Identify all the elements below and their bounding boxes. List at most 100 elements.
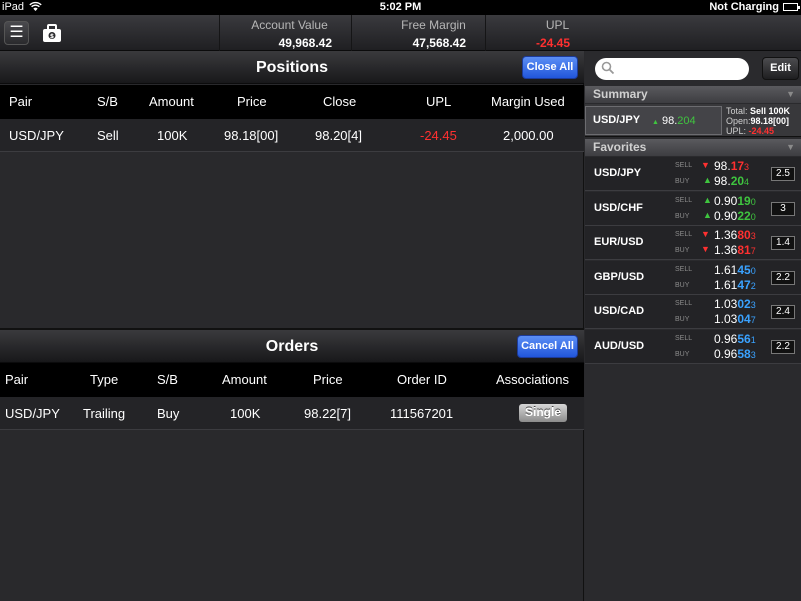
buy-price[interactable]: 1.61472: [714, 278, 756, 292]
favorite-pair: USD/JPY: [594, 167, 642, 179]
orders-header: Orders Cancel All: [0, 330, 584, 363]
sell-price[interactable]: 0.90190: [714, 194, 756, 208]
association-single-button[interactable]: Single: [519, 404, 567, 422]
favorite-pair: AUD/USD: [594, 340, 645, 352]
buy-label: BUY: [675, 351, 690, 358]
table-row[interactable]: USD/JPY Trailing Buy 100K 98.22[7] 11156…: [0, 397, 584, 430]
free-margin-metric: Free Margin 47,568.42: [351, 15, 485, 51]
status-bar: iPad 5:02 PM Not Charging: [0, 0, 801, 15]
sell-price[interactable]: 1.36803: [714, 228, 756, 242]
col-close[interactable]: Close: [323, 85, 356, 119]
position-price: 98.18[00]: [224, 128, 279, 143]
upl-label: UPL: [545, 18, 570, 32]
free-margin-label: Free Margin: [401, 18, 466, 32]
favorite-row[interactable]: USD/JPY SELL BUY ▼ 98.173 ▲ 98.204 2.5: [585, 157, 801, 191]
sell-label: SELL: [675, 265, 693, 273]
account-value-metric: Account Value 49,968.42: [219, 15, 351, 51]
col-sb[interactable]: S/B: [157, 363, 178, 397]
search-icon: [601, 61, 615, 75]
order-price: 98.22[7]: [304, 406, 351, 421]
upl-metric: UPL -24.45: [485, 15, 584, 51]
buy-price[interactable]: 1.36817: [714, 243, 756, 257]
battery-icon: [783, 3, 800, 11]
col-upl[interactable]: UPL: [426, 85, 451, 119]
sell-label: SELL: [675, 162, 693, 169]
favorite-pair: USD/CHF: [594, 201, 643, 214]
sell-price[interactable]: 1.61450: [714, 263, 756, 277]
buy-label: BUY: [675, 212, 690, 220]
order-sb: Buy: [157, 406, 180, 421]
account-value-label: Account Value: [251, 18, 328, 32]
order-pair: USD/JPY: [5, 406, 60, 421]
position-margin-used: 2,000.00: [503, 128, 554, 143]
spread-badge: 2.5: [771, 167, 795, 181]
chevron-down-icon: ▼: [786, 89, 795, 99]
summary-rate: ▲ 98.204: [652, 115, 696, 127]
cancel-all-button[interactable]: Cancel All: [517, 335, 578, 358]
buy-label: BUY: [675, 178, 690, 185]
col-price[interactable]: Price: [313, 363, 343, 397]
favorite-pair: USD/CAD: [594, 305, 645, 318]
trading-app: iPad 5:02 PM Not Charging ☰ $ Account Va…: [0, 0, 801, 601]
up-arrow-icon: ▲: [652, 119, 659, 126]
money-bag-icon: $: [43, 24, 61, 42]
favorite-row[interactable]: GBP/USD SELL BUY 1.61450 1.61472 2.2: [585, 260, 801, 295]
summary-title: Summary: [593, 87, 648, 101]
down-arrow-icon: ▼: [701, 160, 710, 170]
sell-price[interactable]: 98.173: [714, 159, 749, 173]
col-order-id[interactable]: Order ID: [397, 363, 447, 397]
search-input[interactable]: [595, 58, 749, 80]
favorite-pair: GBP/USD: [594, 270, 645, 283]
rates-sidebar: Edit Summary ▼ USD/JPY ▲ 98.204 Total: S…: [585, 51, 801, 601]
position-pair: USD/JPY: [9, 128, 64, 143]
account-button[interactable]: $: [40, 21, 64, 45]
col-amount[interactable]: Amount: [222, 363, 267, 397]
order-id: 111567201: [390, 406, 454, 421]
sell-price[interactable]: 1.03023: [714, 297, 756, 311]
favorite-row[interactable]: USD/CAD SELL BUY 1.03023 1.03047 2.4: [585, 295, 801, 330]
sell-label: SELL: [675, 300, 693, 308]
menu-button[interactable]: ☰: [4, 21, 29, 45]
buy-price[interactable]: 1.03047: [714, 312, 756, 326]
positions-title: Positions: [255, 59, 328, 76]
favorite-row[interactable]: AUD/USD SELL BUY 0.96561 0.96583 2.2: [585, 330, 801, 364]
spread-badge: 2.4: [771, 305, 795, 320]
summary-row[interactable]: USD/JPY ▲ 98.204 Total: Sell 100K Open:9…: [585, 104, 801, 137]
down-arrow-icon: ▼: [701, 229, 710, 240]
col-margin-used[interactable]: Margin Used: [491, 85, 565, 119]
col-associations[interactable]: Associations: [496, 363, 569, 397]
clock: 5:02 PM: [379, 1, 422, 13]
favorite-row[interactable]: EUR/USD SELL BUY ▼ 1.36803 ▼ 1.36817 1.4: [585, 226, 801, 261]
position-amount: 100K: [157, 128, 188, 143]
buy-price[interactable]: 0.90220: [714, 209, 756, 223]
summary-section-header[interactable]: Summary ▼: [585, 86, 801, 103]
col-amount[interactable]: Amount: [149, 85, 194, 119]
battery-status-label: Not Charging: [709, 1, 779, 13]
table-row[interactable]: USD/JPY Sell 100K 98.18[00] 98.20[4] -24…: [0, 119, 584, 152]
col-pair[interactable]: Pair: [9, 85, 32, 119]
buy-price[interactable]: 0.96583: [714, 347, 756, 361]
favorites-section-header[interactable]: Favorites ▼: [585, 139, 801, 156]
orders-column-header: Pair Type S/B Amount Price Order ID Asso…: [0, 363, 584, 397]
up-arrow-icon: ▲: [703, 175, 712, 185]
buy-price[interactable]: 98.204: [714, 174, 749, 188]
edit-button[interactable]: Edit: [762, 57, 799, 80]
up-arrow-icon: ▲: [703, 194, 712, 205]
order-type: Trailing: [83, 406, 126, 421]
spread-badge: 3: [771, 201, 795, 216]
close-all-button[interactable]: Close All: [522, 56, 578, 79]
col-sb[interactable]: S/B: [97, 85, 118, 119]
menu-icon: ☰: [9, 24, 24, 41]
col-pair[interactable]: Pair: [5, 363, 28, 397]
up-arrow-icon: ▲: [703, 209, 712, 220]
col-type[interactable]: Type: [90, 363, 118, 397]
sell-label: SELL: [675, 335, 693, 342]
favorite-row[interactable]: USD/CHF SELL BUY ▲ 0.90190 ▲ 0.90220 3: [585, 191, 801, 226]
summary-info: Total: Sell 100K Open:98.18[00] UPL: -24…: [726, 106, 791, 136]
spread-badge: 2.2: [771, 270, 795, 285]
col-price[interactable]: Price: [237, 85, 267, 119]
summary-pair: USD/JPY: [593, 114, 641, 126]
buy-label: BUY: [675, 281, 690, 289]
main-panel: Positions Close All Pair S/B Amount Pric…: [0, 51, 584, 601]
sell-price[interactable]: 0.96561: [714, 332, 756, 346]
